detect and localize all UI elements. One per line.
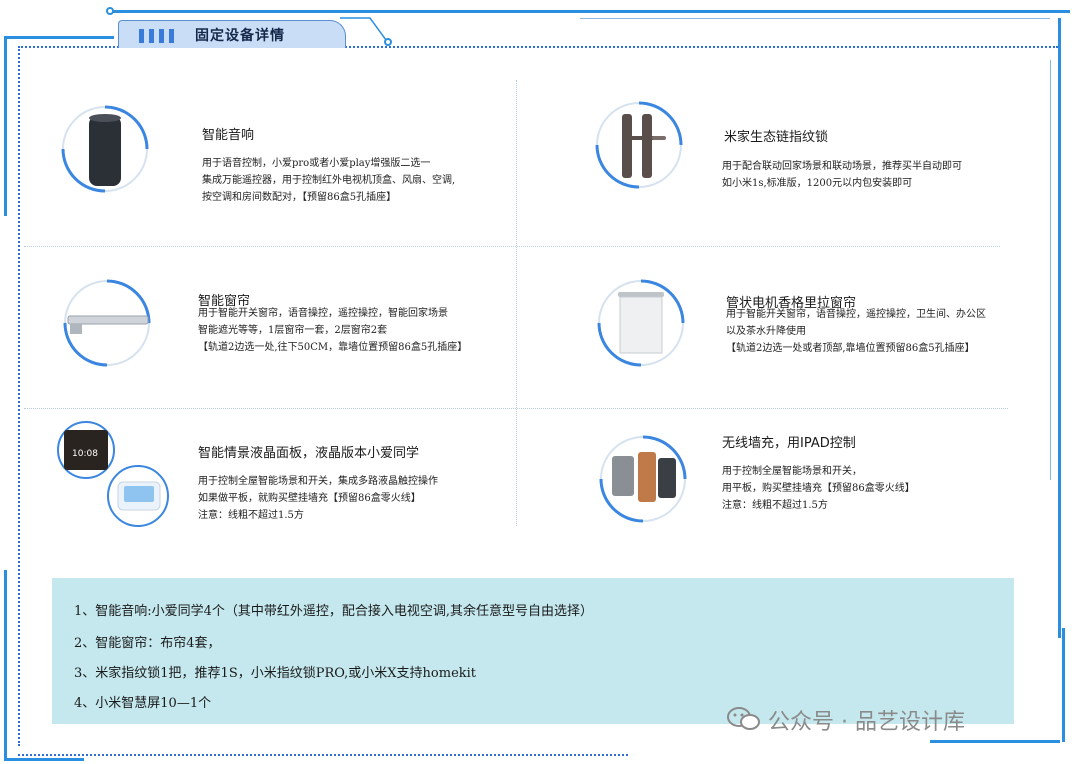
frame-right-lower-line: [1062, 628, 1065, 742]
frame-top-thin-line: [580, 18, 1050, 19]
frame-left-line: [4, 36, 7, 216]
summary-box: 1、智能音响:小爱同学4个（其中带红外遥控，配合接入电视空调,其余任意型号自由选…: [52, 578, 1014, 724]
frame-node-dot: [106, 7, 114, 15]
frame-bottom-left-line: [4, 758, 84, 761]
wechat-icon: [727, 707, 760, 730]
frame-dotted-left: [18, 46, 20, 746]
summary-item: 3、米家指纹锁1把，推荐1S，小米指纹锁PRO,或小米X支持homekit: [74, 666, 477, 681]
smart-speaker-icon: [61, 105, 149, 193]
device-title: 米家生态链指纹锁: [724, 130, 829, 145]
frame-right-thin-line: [1050, 60, 1051, 480]
lcd-panel-icon: 10:08: [57, 421, 169, 527]
device-description: 用于控制全屋智能场景和开关，集成多路液晶触控操作 如果做平板，就购买壁挂墙充【预…: [198, 476, 438, 521]
section-header-tab: 固定设备详情: [118, 20, 346, 48]
row-divider: [24, 246, 1000, 247]
frame-left-lower-line: [4, 570, 7, 760]
summary-item: 1、智能音响:小爱同学4个（其中带红外遥控，配合接入电视空调,其余任意型号自由选…: [74, 604, 594, 619]
device-description: 用于控制全屋智能场景和开关， 用平板，购买壁挂墙充【预留86盒零火线】 注意：线…: [722, 466, 915, 511]
curtain-track-icon: [63, 279, 151, 367]
device-title: 智能情景液晶面板，液晶版本小爱同学: [198, 446, 420, 461]
device-description: 用于配合联动回家场景和联动场景，推荐买半自动即可 如小米1s,标准版，1200元…: [722, 161, 962, 189]
frame-dotted-bottom: [18, 754, 628, 756]
device-title: 智能音响: [202, 128, 255, 143]
section-title: 固定设备详情: [195, 28, 285, 44]
watermark-text: 公众号 · 品艺设计库: [768, 710, 965, 735]
summary-item: 4、小米智慧屏10—1个: [74, 696, 212, 711]
frame-top-line: [110, 10, 1070, 13]
fingerprint-lock-icon: [595, 101, 683, 189]
device-description: 用于智能开关窗帘，语音操控，遥控操控，智能回家场景 智能遮光等等，1层窗帘一套，…: [198, 308, 468, 353]
frame-right-line: [1058, 18, 1061, 638]
frame-corner-top-left: [4, 36, 114, 39]
column-divider: [516, 80, 517, 526]
roller-blind-icon: [597, 279, 685, 367]
summary-item: 2、智能窗帘：布帘4套，: [74, 636, 221, 651]
device-title: 无线墙充，用IPAD控制: [722, 436, 856, 451]
lcd-panel-time: 10:08: [72, 449, 98, 459]
device-description: 用于语音控制，小爱pro或者小爱play增强版二选一 集成万能遥控器，用于控制红…: [202, 158, 456, 203]
frame-connector-line: [340, 17, 387, 41]
wall-charger-icon: [599, 435, 687, 523]
header-bars-icon: [139, 28, 179, 47]
frame-bottom-right-line: [930, 740, 1060, 743]
device-description: 用于智能开关窗帘，语音操控，遥控操控，卫生间、办公区 以及茶水升降使用 【轨道2…: [726, 309, 986, 354]
